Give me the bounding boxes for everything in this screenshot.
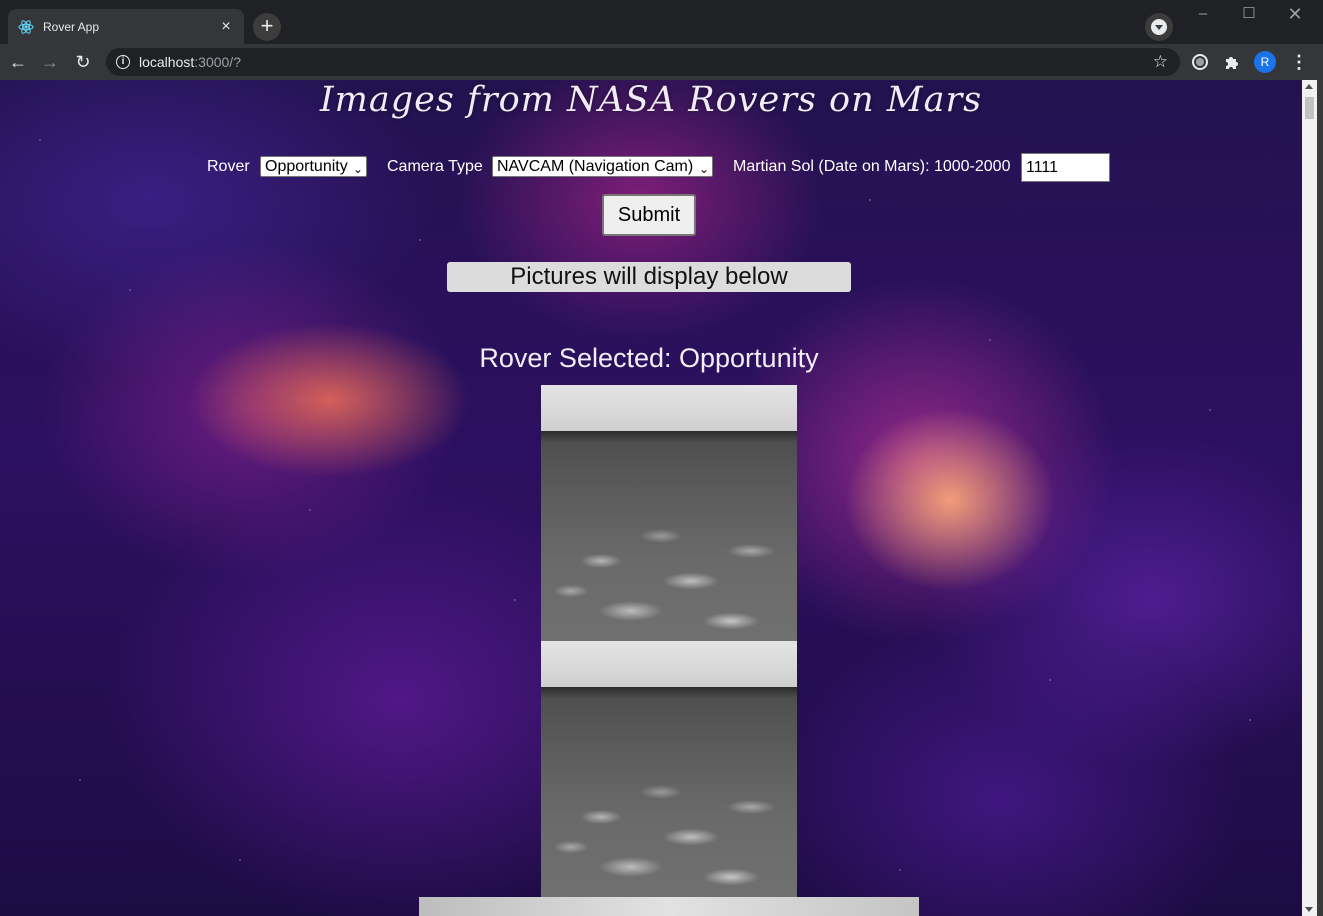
- scroll-up-icon[interactable]: [1305, 84, 1313, 89]
- plus-icon[interactable]: +: [253, 13, 281, 41]
- back-arrow-icon[interactable]: ←: [6, 50, 30, 74]
- rover-selected-heading: Rover Selected: Opportunity: [479, 343, 819, 373]
- rover-photo: [541, 385, 797, 641]
- tab-search-icon[interactable]: [1145, 13, 1173, 41]
- address-bar[interactable]: i localhost:3000/? ☆: [106, 48, 1180, 76]
- window-edge: [1317, 80, 1323, 916]
- close-window-icon[interactable]: ✕: [1272, 2, 1318, 26]
- chevron-down-icon: ⌄: [352, 162, 363, 176]
- extension-circle-icon[interactable]: [1190, 52, 1210, 72]
- url-host: localhost: [139, 54, 195, 70]
- camera-type-label: Camera Type: [387, 158, 483, 175]
- pictures-notice: Pictures will display below: [447, 262, 851, 292]
- star-icon[interactable]: ☆: [1153, 52, 1168, 72]
- scrollbar[interactable]: [1302, 80, 1317, 916]
- camera-type-select[interactable]: NAVCAM (Navigation Cam) ⌄: [492, 156, 713, 177]
- info-icon[interactable]: i: [116, 55, 130, 69]
- minimize-icon[interactable]: –: [1180, 2, 1226, 26]
- forward-arrow-icon[interactable]: →: [38, 50, 62, 74]
- martian-sol-input[interactable]: 1111: [1021, 153, 1110, 182]
- page-title: Images from NASA Rovers on Mars: [319, 80, 983, 120]
- camera-type-select-value: NAVCAM (Navigation Cam): [497, 158, 694, 175]
- rover-photo: [541, 641, 797, 897]
- rover-photo: [419, 897, 919, 916]
- page-viewport: Images from NASA Rovers on Mars Rover Op…: [0, 80, 1302, 916]
- tab-title: Rover App: [43, 19, 100, 34]
- maximize-icon[interactable]: ☐: [1226, 2, 1272, 26]
- rover-label: Rover: [207, 158, 250, 175]
- kebab-menu-icon[interactable]: ⋮: [1290, 50, 1308, 74]
- submit-button[interactable]: Submit: [602, 194, 696, 236]
- browser-tab[interactable]: Rover App ×: [8, 9, 244, 44]
- close-icon[interactable]: ×: [218, 18, 234, 35]
- rover-select[interactable]: Opportunity ⌄: [260, 156, 367, 177]
- reload-icon[interactable]: ↻: [71, 50, 95, 74]
- puzzle-icon[interactable]: [1222, 52, 1242, 72]
- scrollbar-thumb[interactable]: [1305, 97, 1314, 119]
- chevron-down-icon: ⌄: [698, 162, 709, 176]
- rover-select-value: Opportunity: [265, 158, 348, 175]
- react-favicon-icon: [18, 19, 34, 34]
- search-form: Rover Opportunity ⌄ Camera Type NAVCAM (…: [0, 153, 1302, 183]
- martian-sol-label: Martian Sol (Date on Mars): 1000-2000: [733, 158, 1011, 175]
- avatar[interactable]: R: [1254, 51, 1276, 73]
- tab-strip: Rover App × + – ☐ ✕: [0, 0, 1323, 44]
- scroll-down-icon[interactable]: [1305, 907, 1313, 912]
- url-path: :3000/?: [194, 54, 241, 70]
